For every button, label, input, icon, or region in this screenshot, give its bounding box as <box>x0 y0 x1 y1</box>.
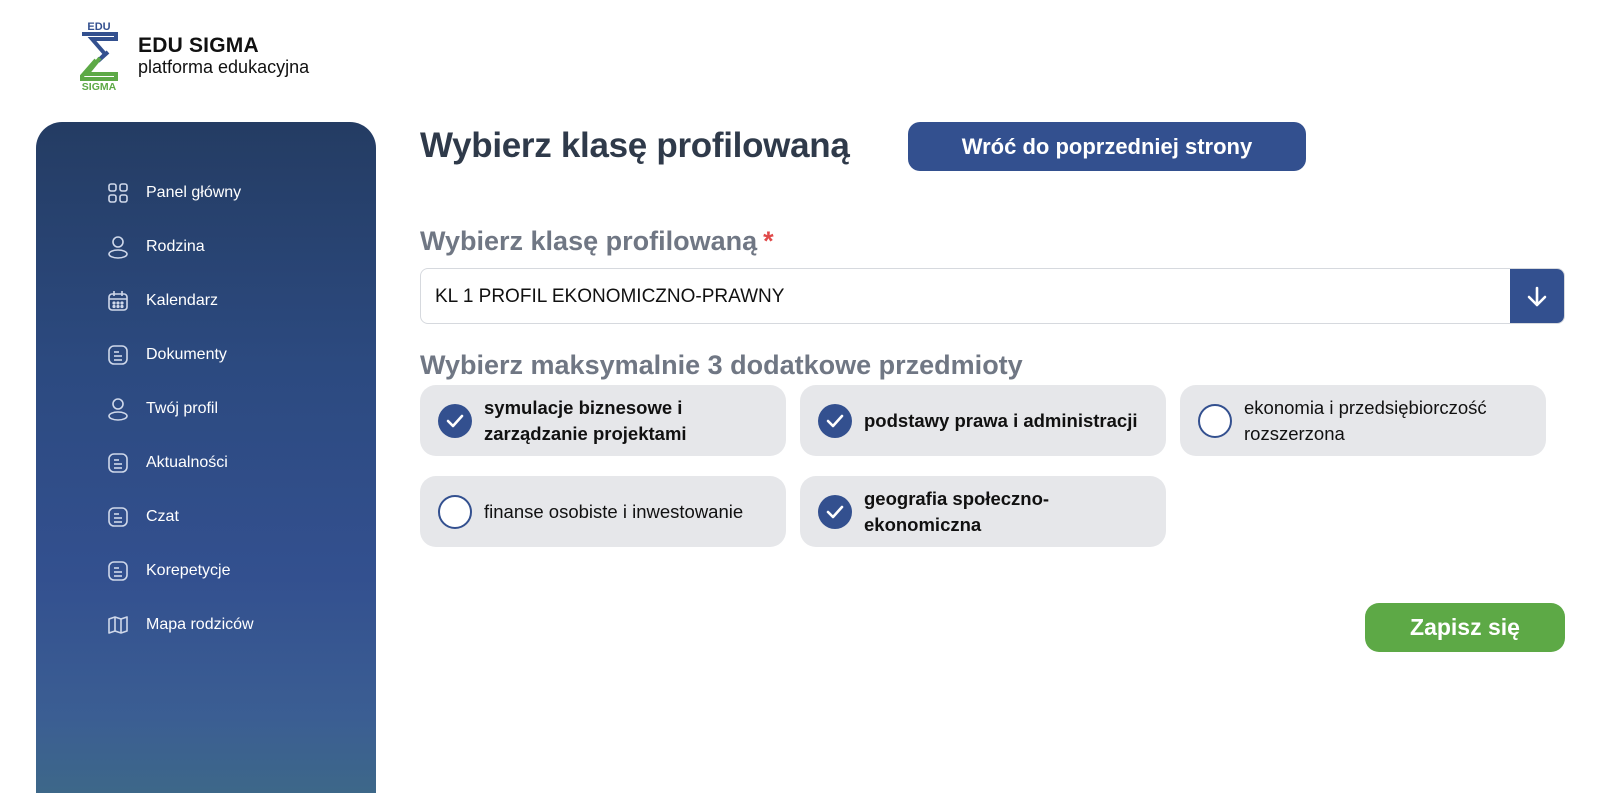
sidebar-item-kalendarz[interactable]: Kalendarz <box>106 274 254 328</box>
sidebar-item-label: Mapa rodziców <box>146 616 254 633</box>
subject-option-label: podstawy prawa i administracji <box>864 409 1138 431</box>
sidebar-item-rodzina[interactable]: Rodzina <box>106 220 254 274</box>
required-mark: * <box>763 226 774 256</box>
svg-text:EDU: EDU <box>87 21 110 33</box>
checkbox-checked-icon <box>438 403 472 438</box>
checkbox-unchecked-icon <box>1198 403 1232 438</box>
subject-option-label: finanse osobiste i inwestowanie <box>484 500 744 522</box>
class-select-value: KL 1 PROFIL EKONOMICZNO-PRAWNY <box>435 286 785 307</box>
logo-title: EDU SIGMA <box>138 34 259 57</box>
subject-option-label: geografia społeczno-ekonomiczna <box>864 487 1050 535</box>
logo[interactable]: EDU SIGMA EDU SIGMA platforma edukacyjna <box>78 20 310 93</box>
subjects-label: Wybierz maksymalnie 3 dodatkowe przedmio… <box>420 350 1023 380</box>
sigma-logo-icon: EDU SIGMA <box>78 20 120 93</box>
sidebar-item-dokumenty[interactable]: Dokumenty <box>106 328 254 382</box>
subject-option-geografia[interactable]: geografia społeczno-ekonomiczna <box>800 476 1166 547</box>
class-select-label-text: Wybierz klasę profilowaną <box>420 226 758 256</box>
checkbox-checked-icon <box>818 494 852 529</box>
sidebar-item-label: Twój profil <box>146 400 219 417</box>
class-select[interactable]: KL 1 PROFIL EKONOMICZNO-PRAWNY <box>420 268 1565 324</box>
subject-option-finanse[interactable]: finanse osobiste i inwestowanie <box>420 476 786 547</box>
map-icon <box>106 613 130 637</box>
submit-button[interactable]: Zapisz się <box>1365 603 1565 652</box>
document-icon <box>106 559 130 583</box>
document-icon <box>106 505 130 529</box>
sidebar-item-aktualnosci[interactable]: Aktualności <box>106 436 254 490</box>
sidebar-item-czat[interactable]: Czat <box>106 490 254 544</box>
dashboard-icon <box>106 181 130 205</box>
subject-option-symulacje[interactable]: symulacje biznesowe i zarządzanie projek… <box>420 385 786 456</box>
subject-option-prawo[interactable]: podstawy prawa i administracji <box>800 385 1166 456</box>
sidebar: Panel główny Rodzina Kalendarz Dokumenty… <box>36 122 376 793</box>
logo-text: EDU SIGMA platforma edukacyjna <box>138 34 310 78</box>
arrow-down-icon <box>1527 286 1547 307</box>
user-icon <box>106 235 130 259</box>
document-icon <box>106 451 130 475</box>
dropdown-toggle-button[interactable] <box>1510 269 1564 323</box>
sidebar-item-korepetycje[interactable]: Korepetycje <box>106 544 254 598</box>
sidebar-item-mapa-rodzicow[interactable]: Mapa rodziców <box>106 598 254 652</box>
sidebar-item-label: Panel główny <box>146 184 242 201</box>
sidebar-item-label: Czat <box>146 508 179 525</box>
calendar-icon <box>106 289 130 313</box>
page-title: Wybierz klasę profilowaną <box>420 126 850 165</box>
sidebar-item-twoj-profil[interactable]: Twój profil <box>106 382 254 436</box>
sidebar-item-label: Dokumenty <box>146 346 227 363</box>
subject-option-ekonomia[interactable]: ekonomia i przedsiębiorczość rozszerzona <box>1180 385 1546 456</box>
checkbox-checked-icon <box>818 403 852 438</box>
back-button[interactable]: Wróć do poprzedniej strony <box>908 122 1306 171</box>
class-select-label: Wybierz klasę profilowaną * <box>420 226 774 257</box>
subject-option-label: symulacje biznesowe i zarządzanie projek… <box>484 396 687 444</box>
svg-text:SIGMA: SIGMA <box>82 81 117 92</box>
sidebar-item-label: Korepetycje <box>146 562 231 579</box>
sidebar-item-label: Kalendarz <box>146 292 219 309</box>
document-icon <box>106 343 130 367</box>
sidebar-nav: Panel główny Rodzina Kalendarz Dokumenty… <box>106 166 254 652</box>
user-icon <box>106 397 130 421</box>
sidebar-item-panel-glowny[interactable]: Panel główny <box>106 166 254 220</box>
subject-option-label: ekonomia i przedsiębiorczość rozszerzona <box>1244 396 1487 444</box>
sidebar-item-label: Rodzina <box>146 238 205 255</box>
sidebar-item-label: Aktualności <box>146 454 228 471</box>
checkbox-unchecked-icon <box>438 494 472 529</box>
logo-subtitle: platforma edukacyjna <box>138 57 310 77</box>
